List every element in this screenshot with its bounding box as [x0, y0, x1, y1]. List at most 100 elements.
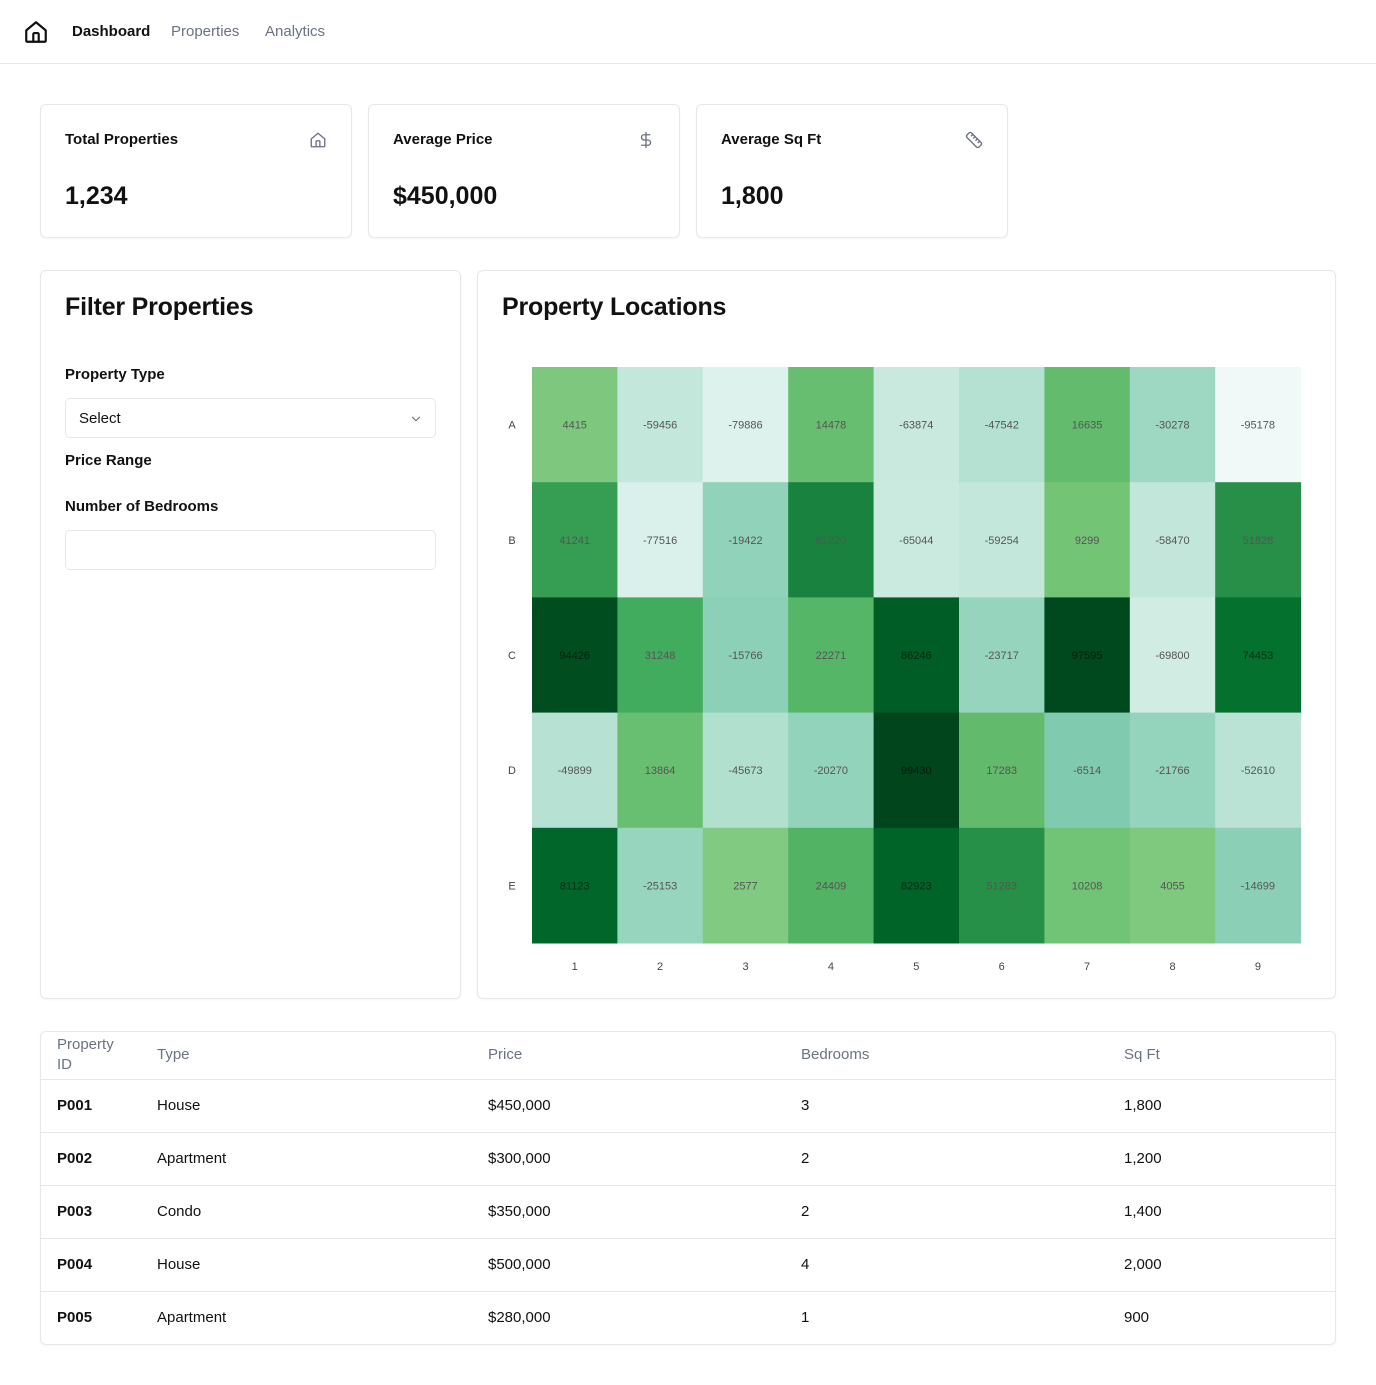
heatmap-row-label: D [508, 765, 516, 777]
nav-dashboard[interactable]: Dashboard [72, 22, 150, 42]
cell-bedrooms: 3 [785, 1079, 1108, 1133]
table-row[interactable]: P004 House $500,000 4 2,000 [41, 1238, 1335, 1292]
heatmap-chart: 4415 -59456 -79886 14478 -63874 -47542 16635 -3… [508, 367, 1302, 973]
heatmap-row-label: A [508, 420, 516, 432]
heatmap-column-label: 9 [1255, 961, 1261, 973]
heatmap-cell-label: -23717 [985, 650, 1019, 662]
cell-property-id: P001 [41, 1079, 141, 1133]
heatmap-cell-label: -30278 [1155, 420, 1189, 432]
heatmap-column-label: 6 [999, 961, 1005, 973]
dollar-icon [640, 131, 652, 149]
property-type-select[interactable]: Select [65, 398, 436, 438]
nav-properties[interactable]: Properties [171, 22, 239, 42]
properties-table-card: Property ID Type Price Bedrooms Sq Ft P0… [40, 1031, 1336, 1345]
heatmap-cell-label: -45673 [728, 765, 762, 777]
heatmap-column-label: 3 [742, 961, 748, 973]
heatmap-row-label: E [508, 880, 515, 892]
heatmap-cell-label: 99430 [901, 765, 932, 777]
properties-table: Property ID Type Price Bedrooms Sq Ft P0… [41, 1032, 1335, 1344]
heatmap-cell-label: -58470 [1155, 535, 1189, 547]
cell-property-id: P005 [57, 1309, 93, 1327]
cell-type: Apartment [141, 1132, 472, 1186]
cell-bedrooms: 2 [785, 1185, 1108, 1239]
heatmap-cell-label: -25153 [643, 880, 677, 892]
cell-sqft: 900 [1124, 1309, 1150, 1327]
cell-property-id: P004 [41, 1238, 141, 1292]
table-row[interactable]: P003 Condo $350,000 2 1,400 [41, 1185, 1335, 1239]
cell-property-id: P002 [41, 1132, 141, 1186]
heatmap-cell-label: 61220 [816, 535, 847, 547]
stat-title: Total Properties [65, 131, 179, 148]
chevron-down-icon [411, 416, 421, 422]
heatmap-column-label: 7 [1084, 961, 1090, 973]
property-locations-panel: Property Locations 4415 -59456 -79886 14478… [477, 270, 1336, 999]
column-header-type[interactable]: Type [141, 1032, 472, 1080]
heatmap-cell-label: -65044 [899, 535, 933, 547]
heatmap-cell-label: -69800 [1155, 650, 1189, 662]
cell-type: Apartment [157, 1309, 227, 1327]
heatmap-cell-label: -79886 [728, 420, 762, 432]
cell-property-id: P003 [41, 1185, 141, 1239]
table-row[interactable]: P001 House $450,000 3 1,800 [41, 1079, 1335, 1133]
heatmap-cell-label: -49899 [558, 765, 592, 777]
table-row[interactable]: P005 Apartment $280,000 1 900 [41, 1291, 1335, 1344]
heatmap-cell-label: 86246 [901, 650, 932, 662]
heatmap-cell-label: -15766 [728, 650, 762, 662]
cell-price: $300,000 [472, 1132, 785, 1186]
heatmap-cell-label: -77516 [643, 535, 677, 547]
heatmap-row-label: B [508, 535, 515, 547]
top-navigation: Dashboard Properties Analytics [0, 0, 1376, 64]
stat-title: Average Price [393, 131, 493, 148]
cell-type: Condo [141, 1185, 472, 1239]
cell-sqft: 1,800 [1108, 1079, 1335, 1133]
heatmap-column-label: 8 [1169, 961, 1175, 973]
stat-value: 1,234 [65, 182, 128, 210]
stat-value: 1,800 [721, 182, 784, 210]
cell-price: $350,000 [472, 1185, 785, 1239]
stat-card-total-properties: Total Properties 1,234 [40, 104, 352, 238]
cell-sqft: 1,200 [1108, 1132, 1335, 1186]
home-icon[interactable] [23, 19, 49, 45]
heatmap-cell-label: 9299 [1075, 535, 1099, 547]
heatmap-cell-label: 74453 [1243, 650, 1274, 662]
heatmap-cell-label: -52610 [1241, 765, 1275, 777]
heatmap-column-label: 4 [828, 961, 834, 973]
column-header-sqft[interactable]: Sq Ft [1108, 1032, 1335, 1080]
column-header-price[interactable]: Price [472, 1032, 785, 1080]
heatmap-cell-label: 17283 [986, 765, 1017, 777]
heatmap-column-label: 5 [913, 961, 919, 973]
column-header-property-id[interactable]: Property ID [41, 1032, 141, 1080]
heatmap-cell-label: 14478 [816, 420, 847, 432]
heatmap-cell-label: -14699 [1241, 880, 1275, 892]
table-row[interactable]: P002 Apartment $300,000 2 1,200 [41, 1132, 1335, 1186]
heatmap-cell-label: -19422 [728, 535, 762, 547]
heatmap-column-label: 1 [572, 961, 578, 973]
column-header-bedrooms[interactable]: Bedrooms [785, 1032, 1108, 1080]
stat-title: Average Sq Ft [721, 131, 822, 148]
stat-card-average-price: Average Price $450,000 [368, 104, 680, 238]
heatmap-cell-label: -47542 [985, 420, 1019, 432]
filter-panel: Filter Properties Property Type Select P… [40, 270, 461, 999]
cell-type: House [141, 1079, 472, 1133]
heatmap-cell-label: 22271 [816, 650, 847, 662]
nav-analytics[interactable]: Analytics [265, 22, 325, 42]
heatmap-cell-label: 51828 [1243, 535, 1274, 547]
home-icon [310, 132, 326, 148]
heatmap-cell-label: 81123 [560, 880, 590, 892]
heatmap-cell-label: -59254 [985, 535, 1019, 547]
price-range-label: Price Range [65, 452, 152, 469]
heatmap-cell-label: 24409 [816, 880, 847, 892]
heatmap-column-label: 2 [657, 961, 663, 973]
heatmap-cell-label: 94426 [559, 650, 590, 662]
heatmap-cell-label: 13864 [645, 765, 676, 777]
cell-sqft: 1,400 [1108, 1185, 1335, 1239]
filter-title: Filter Properties [65, 293, 254, 321]
bedrooms-input[interactable] [65, 530, 436, 570]
cell-sqft: 2,000 [1108, 1238, 1335, 1292]
ruler-icon [965, 131, 983, 149]
table-header-row: Property ID Type Price Bedrooms Sq Ft [41, 1032, 1335, 1080]
heatmap-row-label: C [508, 650, 516, 662]
heatmap-cell-label: 2577 [733, 880, 757, 892]
property-type-label: Property Type [65, 366, 165, 383]
heatmap-cell-label: 31248 [645, 650, 676, 662]
